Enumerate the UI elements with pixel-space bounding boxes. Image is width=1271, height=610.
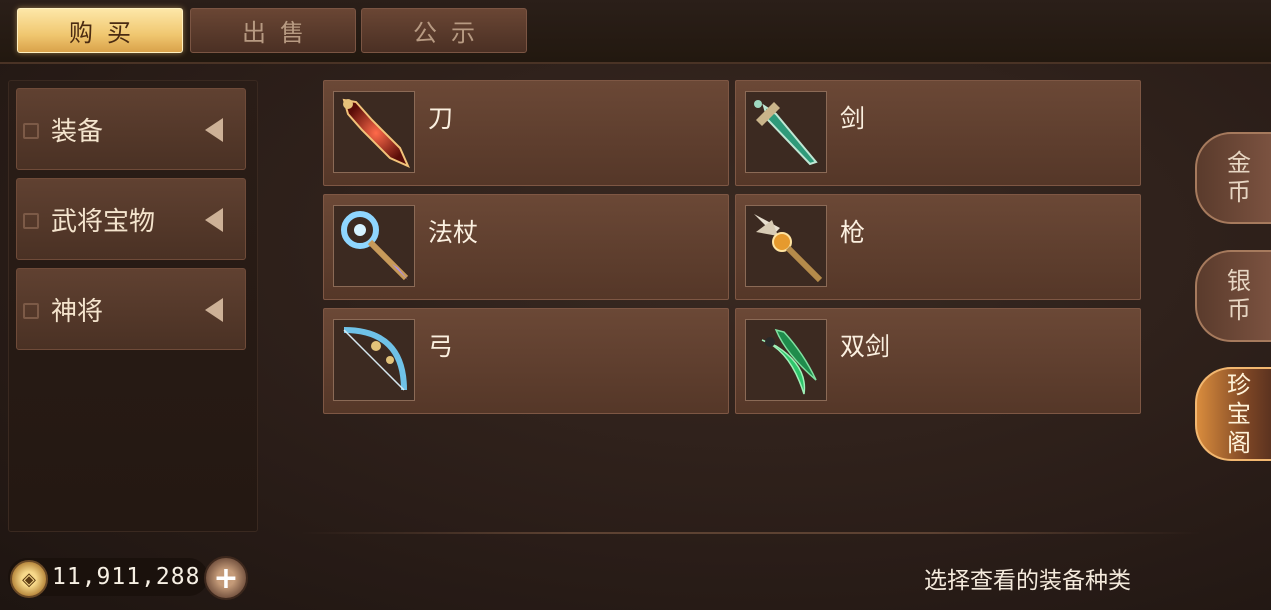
side-tab-label: 阁 (1227, 428, 1251, 457)
item-name: 枪 (840, 218, 866, 247)
divider (300, 532, 1200, 534)
category-equipment[interactable]: 装备 (16, 88, 246, 170)
item-saber[interactable]: 刀 (323, 80, 729, 186)
item-spear[interactable]: 枪 (735, 194, 1141, 300)
arrow-left-icon (205, 118, 223, 142)
side-tab-treasure[interactable]: 珍 宝 阁 (1195, 367, 1271, 461)
side-tab-label: 珍 (1227, 370, 1251, 399)
coin-icon: ◈ (10, 560, 48, 598)
arrow-left-icon (205, 208, 223, 232)
green-twin-swords-icon (745, 319, 827, 401)
side-tab-label: 币 (1227, 296, 1251, 324)
item-name: 剑 (840, 104, 866, 133)
side-tab-silver[interactable]: 银 币 (1195, 250, 1271, 342)
side-tab-label: 金 (1227, 149, 1251, 177)
item-staff[interactable]: 法杖 (323, 194, 729, 300)
category-general-treasure[interactable]: 武将宝物 (16, 178, 246, 260)
item-name: 法杖 (428, 218, 479, 247)
side-tab-label: 币 (1227, 178, 1251, 206)
item-name: 弓 (428, 332, 454, 361)
blue-bow-icon (333, 319, 415, 401)
item-name: 刀 (428, 104, 454, 133)
item-sword[interactable]: 剑 (735, 80, 1141, 186)
golden-spear-icon (745, 205, 827, 287)
item-bow[interactable]: 弓 (323, 308, 729, 414)
corner-ornament-icon (23, 123, 39, 139)
category-divine-general[interactable]: 神将 (16, 268, 246, 350)
tab-buy[interactable]: 购买 (17, 8, 183, 53)
red-saber-icon (333, 91, 415, 173)
item-name: 双剑 (840, 332, 891, 361)
item-twin-swords[interactable]: 双剑 (735, 308, 1141, 414)
tab-public[interactable]: 公示 (361, 8, 527, 53)
category-label: 神将 (51, 296, 104, 327)
corner-ornament-icon (23, 213, 39, 229)
side-tab-label: 银 (1227, 267, 1251, 295)
corner-ornament-icon (23, 303, 39, 319)
tab-sell[interactable]: 出售 (190, 8, 356, 53)
top-tab-bar: 购买 出售 公示 (0, 0, 1271, 64)
blue-staff-icon (333, 205, 415, 287)
side-tab-gold[interactable]: 金 币 (1195, 132, 1271, 224)
jade-sword-icon (745, 91, 827, 173)
arrow-left-icon (205, 298, 223, 322)
side-tab-label: 宝 (1227, 399, 1251, 428)
category-label: 武将宝物 (51, 206, 156, 237)
category-label: 装备 (51, 116, 104, 147)
category-panel: 装备 武将宝物 神将 (8, 80, 258, 532)
hint-text: 选择查看的装备种类 (924, 568, 1131, 594)
currency-amount: 11,911,288 (52, 564, 201, 590)
add-currency-button[interactable]: + (204, 556, 248, 600)
